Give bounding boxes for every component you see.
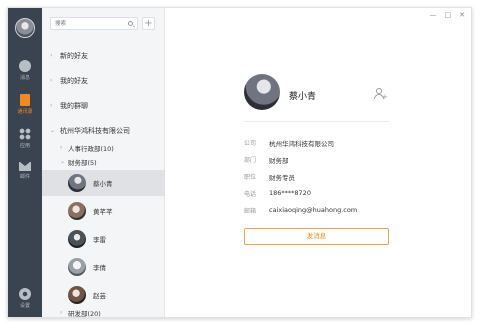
search-box[interactable] <box>50 17 138 30</box>
group-my-friends[interactable]: › 我的好友 <box>42 71 165 91</box>
contact-name: 黄芊芊 <box>93 208 113 216</box>
profile-avatar <box>244 74 280 110</box>
nav-item-apps[interactable]: 应用 <box>8 124 42 152</box>
field-label-phone: 电话 <box>244 191 257 198</box>
contact-item[interactable]: 赵芸 <box>42 282 165 308</box>
nav-item-mail[interactable]: 邮件 <box>8 156 42 184</box>
chevron-right-icon: › <box>50 102 53 109</box>
close-button[interactable]: ✕ <box>459 11 465 19</box>
group-label: 我的群聊 <box>60 102 88 110</box>
chevron-down-icon: ⌄ <box>60 158 66 165</box>
apps-icon <box>19 128 31 140</box>
chevron-right-icon: › <box>60 144 63 151</box>
contacts-icon <box>20 94 30 106</box>
group-my-groups[interactable]: › 我的群聊 <box>42 96 165 116</box>
maximize-button[interactable]: □ <box>445 11 452 19</box>
field-value-company: 杭州华鸿科技有限公司 <box>269 140 334 148</box>
app-window: 消息 通讯录 应用 邮件 设置 + › 新的好友 › <box>7 7 472 318</box>
dept-finance[interactable]: ⌄ 财务部(5) <box>42 155 165 169</box>
group-label: 我的好友 <box>60 77 88 85</box>
nav-label-apps: 应用 <box>19 143 30 149</box>
avatar <box>68 174 86 192</box>
group-new-friends[interactable]: › 新的好友 <box>42 46 165 66</box>
nav-label-messages: 消息 <box>19 75 30 81</box>
nav-item-messages[interactable]: 消息 <box>8 56 42 84</box>
field-label-department: 部门 <box>244 157 257 164</box>
avatar <box>68 230 86 248</box>
user-avatar[interactable] <box>15 18 35 38</box>
chat-icon <box>19 60 31 72</box>
field-label-company: 公司 <box>244 140 257 147</box>
nav-rail: 消息 通讯录 应用 邮件 设置 <box>8 8 42 317</box>
avatar <box>68 286 86 304</box>
nav-item-contacts[interactable]: 通讯录 <box>8 90 42 118</box>
contact-detail-panel: — □ ✕ 蔡小青 + 公司 杭州华鸿科技有限公司 部门 财务部 职位 财务专员… <box>166 8 471 317</box>
contact-name: 李倩 <box>93 264 106 272</box>
send-message-button[interactable]: 发消息 <box>244 228 389 245</box>
chevron-right-icon: › <box>50 77 53 84</box>
minimize-button[interactable]: — <box>430 11 437 19</box>
contact-item[interactable]: 蔡小青 <box>42 170 165 196</box>
group-label: 新的好友 <box>60 52 88 60</box>
contact-name: 蔡小青 <box>93 180 113 188</box>
divider <box>244 121 389 122</box>
nav-label-mail: 邮件 <box>19 174 30 180</box>
gear-icon <box>19 288 31 300</box>
nav-label-contacts: 通讯录 <box>17 109 33 115</box>
avatar <box>68 258 86 276</box>
nav-item-settings[interactable]: 设置 <box>8 284 42 312</box>
chevron-right-icon: › <box>60 309 63 316</box>
search-icon <box>128 21 133 26</box>
profile-name: 蔡小青 <box>289 92 317 102</box>
group-label: 杭州华鸿科技有限公司 <box>60 127 130 135</box>
dept-rnd[interactable]: › 研发部(20) <box>42 306 165 318</box>
contact-item[interactable]: 黄芊芊 <box>42 198 165 224</box>
nav-label-settings: 设置 <box>19 303 30 309</box>
field-label-position: 职位 <box>244 174 257 181</box>
contact-name: 赵芸 <box>93 292 106 300</box>
search-input[interactable] <box>55 19 125 29</box>
mail-icon <box>19 162 31 171</box>
dept-label: 财务部(5) <box>68 159 97 167</box>
field-value-position: 财务专员 <box>269 174 295 182</box>
dept-label: 人事行政部(10) <box>68 145 114 153</box>
dept-hr-admin[interactable]: › 人事行政部(10) <box>42 141 165 155</box>
field-value-phone: 186****8720 <box>269 189 311 197</box>
chevron-down-icon: ⌄ <box>50 127 56 134</box>
field-label-email: 邮箱 <box>244 208 257 215</box>
avatar <box>68 202 86 220</box>
contact-item[interactable]: 李雷 <box>42 226 165 252</box>
field-value-email: caixiaoqing@huahong.com <box>269 206 358 214</box>
contact-name: 李雷 <box>93 236 106 244</box>
contact-item[interactable]: 李倩 <box>42 254 165 280</box>
add-button[interactable]: + <box>142 17 155 30</box>
dept-label: 研发部(20) <box>68 310 101 318</box>
contact-list-panel: + › 新的好友 › 我的好友 › 我的群聊 ⌄ 杭州华鸿科技有限公司 › 人事… <box>42 8 165 317</box>
chevron-right-icon: › <box>50 52 53 59</box>
window-controls: — □ ✕ <box>430 11 466 19</box>
field-value-department: 财务部 <box>269 157 289 165</box>
add-friend-icon[interactable]: + <box>374 88 388 101</box>
group-company[interactable]: ⌄ 杭州华鸿科技有限公司 <box>42 121 165 141</box>
